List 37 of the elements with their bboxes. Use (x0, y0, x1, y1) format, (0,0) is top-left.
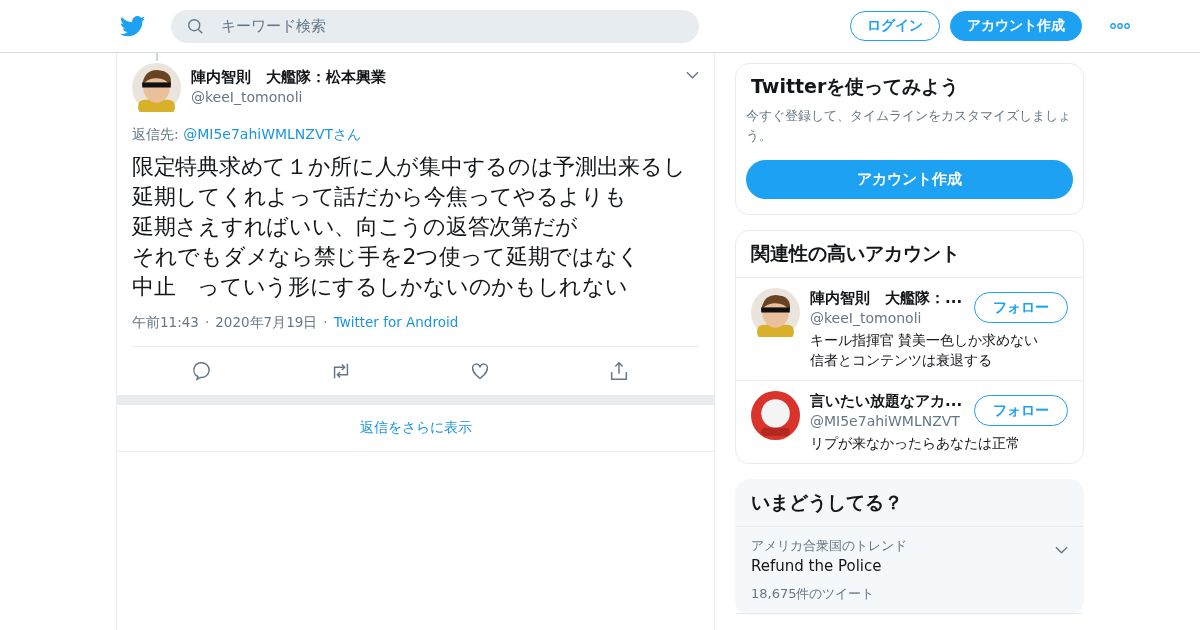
follow-button[interactable]: フォロー (974, 395, 1068, 426)
chevron-down-icon[interactable] (686, 71, 699, 79)
reply-icon[interactable] (190, 360, 213, 382)
login-button[interactable]: ログイン (850, 11, 940, 41)
signup-button[interactable]: アカウント作成 (746, 160, 1073, 199)
source-link[interactable]: Twitter for Android (333, 314, 459, 332)
trend-name[interactable]: Refund the Police (751, 557, 1068, 575)
tweet-time: 午前11:43 (132, 314, 199, 332)
card-title: 関連性の高いアカウント (736, 231, 1083, 278)
account-handle[interactable]: @keeI_tomonoli (810, 308, 968, 328)
trend-context: アメリカ合衆国のトレンド (751, 537, 907, 555)
card-text: 今すぐ登録して、タイムラインをカスタマイズしましょう。 (746, 107, 1072, 145)
author-handle[interactable]: @keeI_tomonoli (191, 87, 676, 107)
avatar (751, 391, 800, 440)
bird-logo-icon[interactable] (120, 15, 145, 37)
separator-dot: · (204, 314, 210, 332)
card-title: Twitterを使ってみよう (751, 74, 961, 99)
tweet-count: 18,675件のツイート (751, 585, 876, 603)
reply-to-text: 返信先: @MI5e7ahiWMLNZVTさん (132, 126, 363, 144)
search-icon (187, 17, 204, 35)
show-more-replies-link[interactable]: 返信をさらに表示 (117, 405, 714, 452)
chevron-down-icon[interactable] (1055, 546, 1068, 554)
card-title: いまどうしてる？ (736, 480, 1083, 527)
tweet-date: 2020年7月19日 (215, 314, 318, 332)
follow-button[interactable]: フォロー (974, 292, 1068, 323)
account-name[interactable]: 言いたい放題なアカ... (810, 391, 968, 411)
separator-dot: · (323, 314, 328, 332)
search-field[interactable]: キーワード検索 (171, 9, 699, 43)
tweet-text: 限定特典求めて１か所に人が集中するのは予測出来るし延期してくれよって話だから今焦ってやるよりも 延期さえすればいい、向こうの返答次第だが それでもダメなら禁じ手を2つ使って延期ではなく 中止 っていう形にするしかないのかもしれない (132, 153, 687, 301)
signup-button[interactable]: アカウント作成 (950, 11, 1082, 41)
account-handle[interactable]: @MI5e7ahiWMLNZVT (810, 411, 968, 431)
account-name[interactable]: 陣内智則 大艦隊：... (810, 288, 968, 308)
more-icon[interactable] (1110, 23, 1130, 29)
reply-to-link[interactable]: @MI5e7ahiWMLNZVTさん (183, 126, 362, 142)
account-bio: キール指揮官 賛美一色しか求めない信者とコンテンツは衰退する (810, 331, 1040, 370)
author-name[interactable]: 陣内智則 大艦隊：松本興業 (191, 67, 676, 87)
account-bio: リプが来なかったらあなたは正常 (810, 434, 1021, 453)
